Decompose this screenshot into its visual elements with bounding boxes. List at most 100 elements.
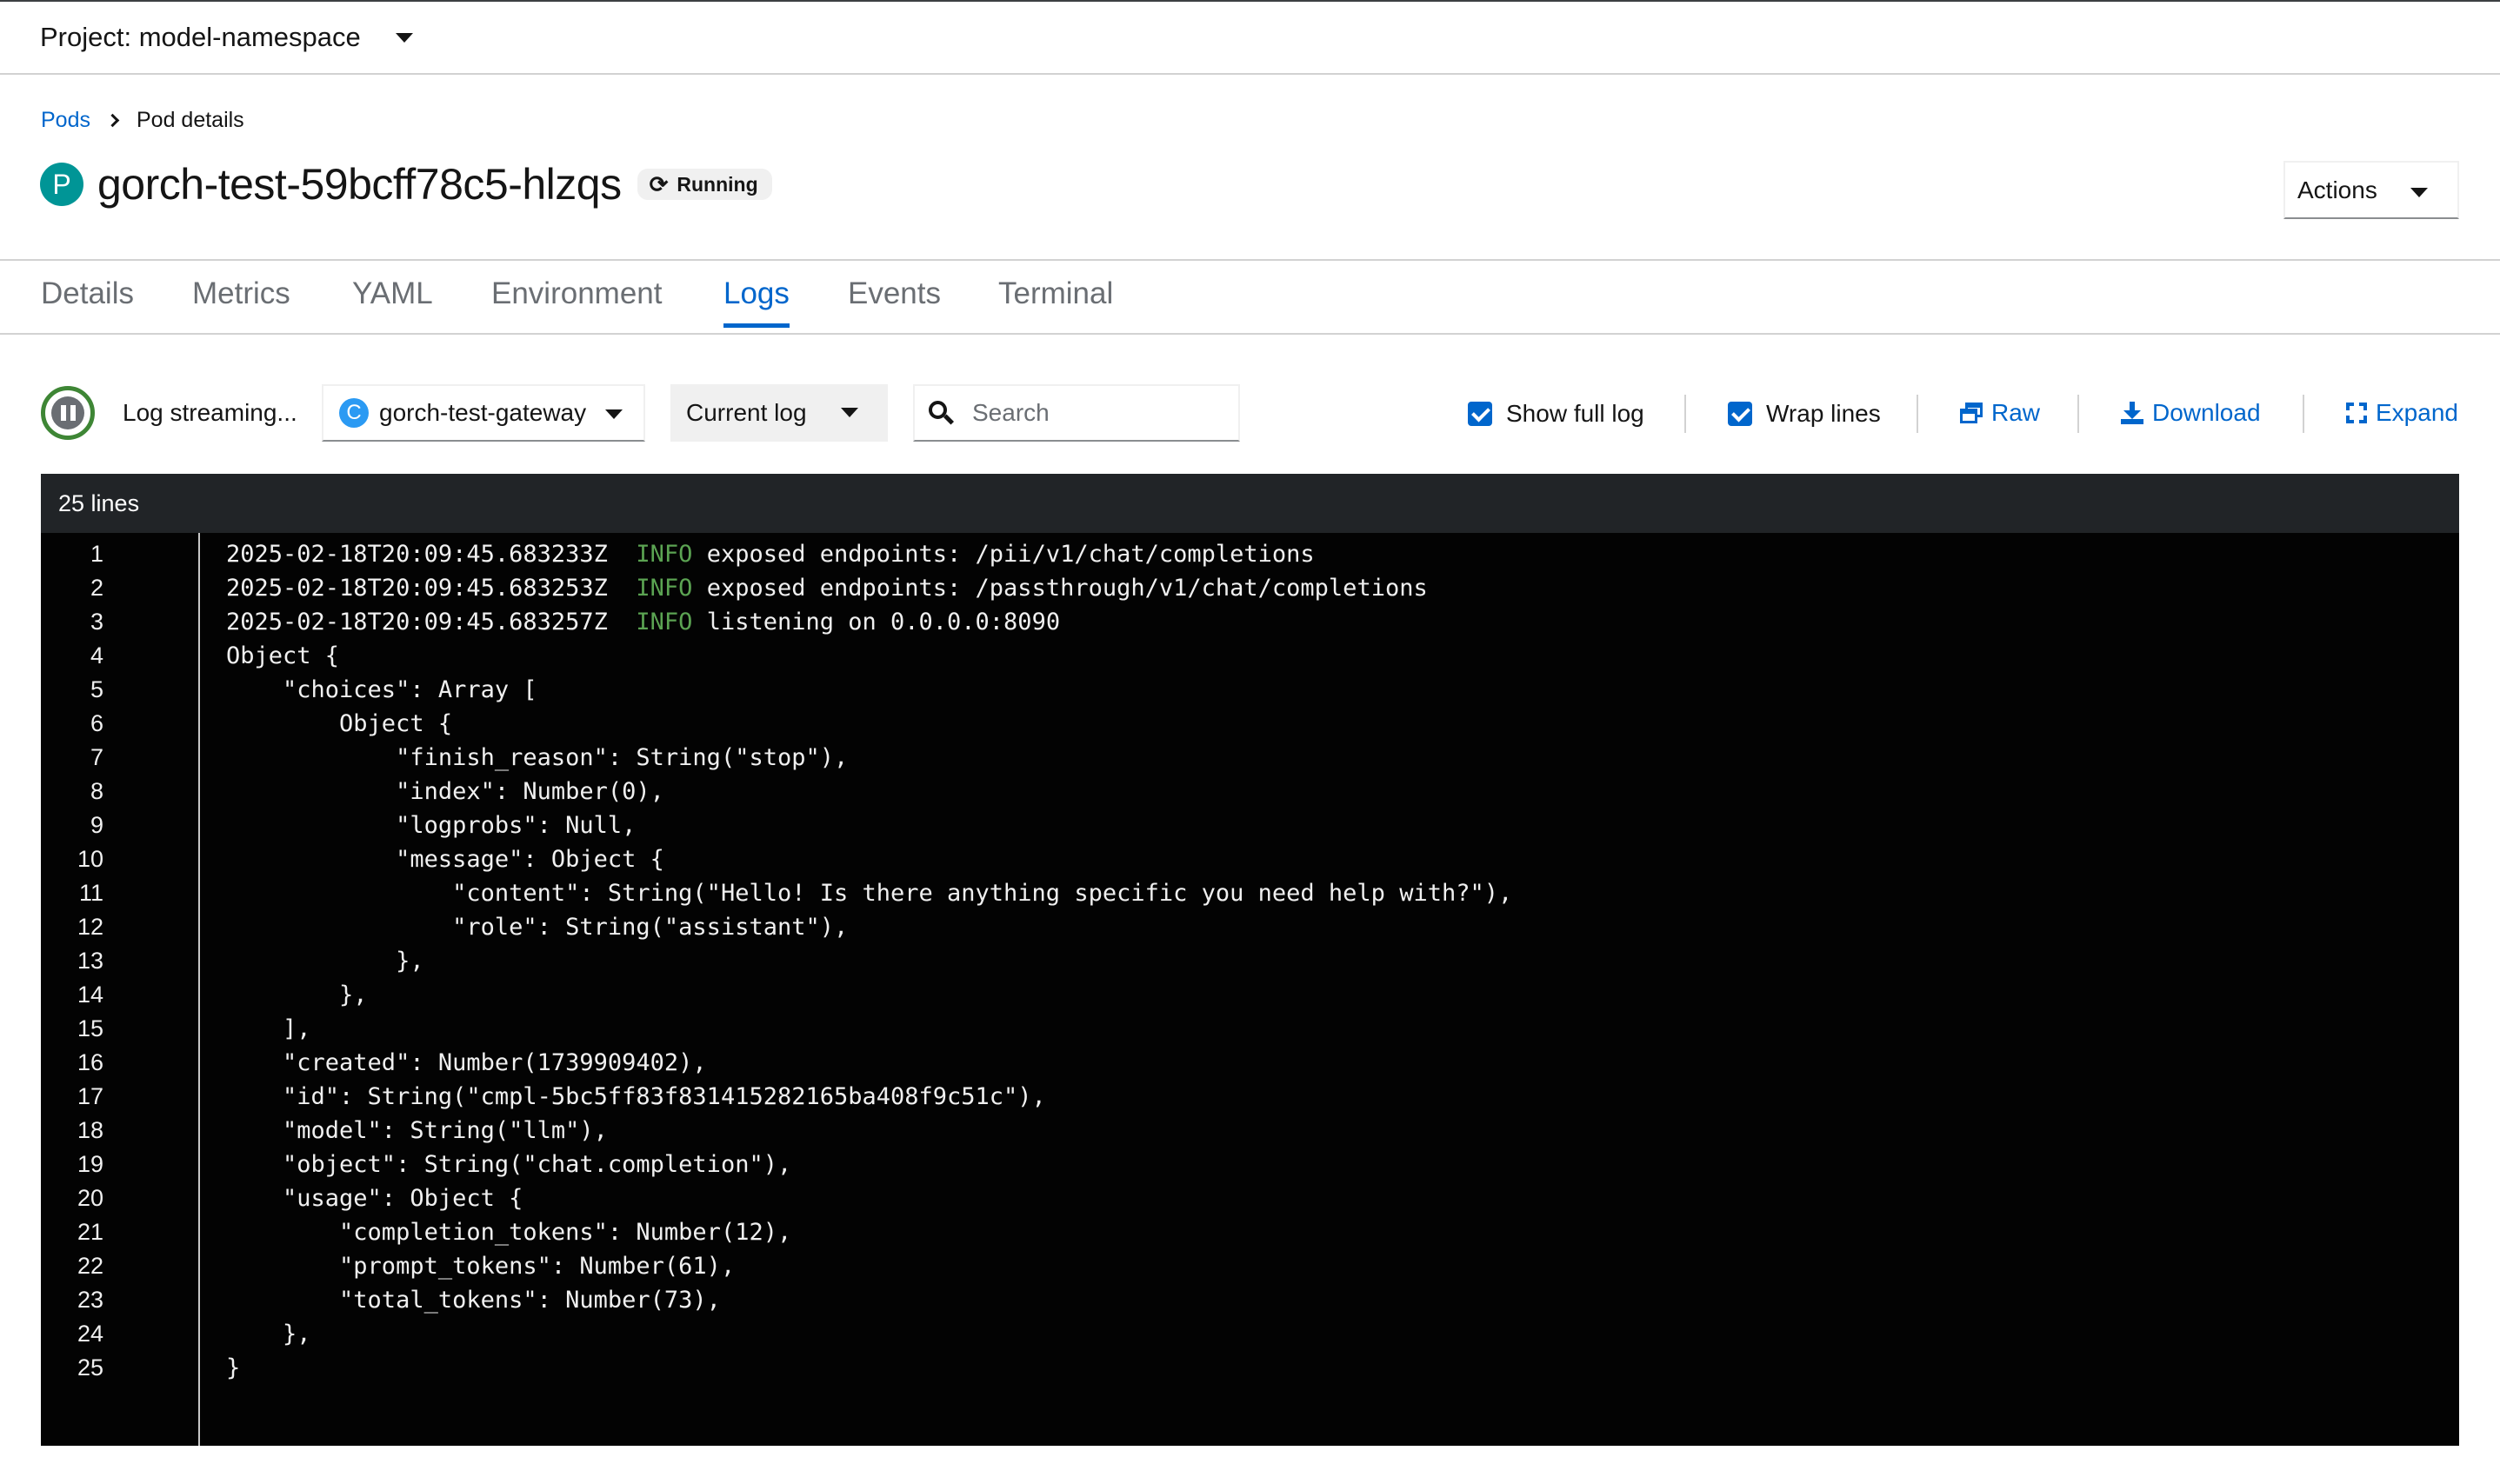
log-line: 12 "role": String("assistant"), — [41, 910, 2459, 944]
chevron-down-icon — [605, 409, 623, 419]
tab-yaml[interactable]: YAML — [352, 276, 433, 323]
line-count: 25 lines — [58, 489, 140, 516]
line-number: 11 — [78, 880, 103, 906]
line-number: 3 — [90, 609, 103, 635]
log-type-dropdown[interactable]: Current log — [670, 384, 888, 442]
log-message: "model": String("llm"), — [226, 1117, 608, 1144]
log-line: 4 Object { — [41, 639, 2459, 673]
log-line: 23 "total_tokens": Number(73), — [41, 1283, 2459, 1317]
line-number: 19 — [77, 1151, 103, 1177]
breadcrumb-link-pods[interactable]: Pods — [41, 108, 90, 133]
external-window-icon — [1960, 403, 1983, 423]
log-line: 11 "content": String("Hello! Is there an… — [41, 876, 2459, 910]
log-line: 5 "choices": Array [ — [41, 673, 2459, 707]
actions-dropdown[interactable]: Actions — [2283, 161, 2459, 219]
line-content: "index": Number(0), — [226, 775, 664, 809]
log-line: 8 "index": Number(0), — [41, 775, 2459, 809]
tab-details[interactable]: Details — [41, 276, 134, 323]
line-content: }, — [226, 1317, 311, 1351]
expand-label: Expand — [2376, 399, 2458, 426]
line-number: 18 — [77, 1117, 103, 1143]
line-number: 5 — [90, 676, 103, 702]
log-line: 17 "id": String("cmpl-5bc5ff83f831415282… — [41, 1080, 2459, 1114]
line-content: ], — [226, 1012, 311, 1046]
page-title: gorch-test-59bcff78c5-hlzqs — [97, 160, 622, 209]
log-line: 25} — [41, 1351, 2459, 1385]
download-icon — [2121, 402, 2143, 424]
expand-icon — [2346, 403, 2367, 423]
tab-bar: Details Metrics YAML Environment Logs Ev… — [0, 261, 2500, 335]
chevron-down-icon — [841, 408, 858, 417]
log-line: 6 Object { — [41, 707, 2459, 741]
line-number: 14 — [77, 982, 103, 1008]
line-number: 1 — [90, 541, 103, 567]
container-badge: C — [339, 398, 369, 428]
checkbox-checked-icon — [1728, 402, 1752, 426]
line-content: "prompt_tokens": Number(61), — [226, 1249, 735, 1283]
container-dropdown-value: gorch-test-gateway — [379, 399, 587, 426]
show-full-log-label: Show full log — [1506, 400, 1644, 427]
raw-button[interactable]: Raw — [1960, 399, 2040, 427]
line-number: 13 — [77, 948, 103, 974]
chevron-down-icon — [2410, 188, 2428, 197]
log-message: "message": Object { — [226, 846, 664, 873]
line-number: 20 — [77, 1185, 103, 1211]
line-content: 2025-02-18T20:09:45.683233Z INFO exposed… — [226, 537, 1315, 571]
tab-events[interactable]: Events — [848, 276, 941, 323]
log-message: "logprobs": Null, — [226, 812, 637, 839]
expand-button[interactable]: Expand — [2346, 399, 2458, 427]
log-line: 9 "logprobs": Null, — [41, 809, 2459, 842]
project-bar: Project: model-namespace — [0, 2, 2500, 75]
line-content: "logprobs": Null, — [226, 809, 636, 842]
log-timestamp: 2025-02-18T20:09:45.683253Z — [226, 575, 637, 602]
tab-logs[interactable]: Logs — [723, 276, 790, 328]
line-content: "created": Number(1739909402), — [226, 1046, 707, 1080]
log-message: exposed endpoints: /pii/v1/chat/completi… — [692, 541, 1315, 568]
line-content: 2025-02-18T20:09:45.683257Z INFO listeni… — [226, 605, 1060, 639]
download-button[interactable]: Download — [2121, 399, 2261, 427]
log-message: "choices": Array [ — [226, 676, 537, 703]
line-content: "completion_tokens": Number(12), — [226, 1215, 791, 1249]
streaming-status: Log streaming... — [123, 399, 297, 426]
log-line: 20 "usage": Object { — [41, 1181, 2459, 1215]
toolbar-divider — [2303, 395, 2304, 433]
line-number: 6 — [90, 710, 103, 736]
wrap-lines-label: Wrap lines — [1766, 400, 1881, 427]
project-selector[interactable]: Project: model-namespace — [40, 22, 413, 53]
line-number: 2 — [90, 575, 103, 601]
line-content: "object": String("chat.completion"), — [226, 1148, 791, 1181]
log-message: } — [226, 1354, 241, 1381]
log-message: }, — [226, 982, 368, 1008]
log-level: INFO — [636, 609, 693, 636]
line-number: 10 — [77, 846, 103, 872]
tab-environment[interactable]: Environment — [491, 276, 662, 323]
log-line: 14 }, — [41, 978, 2459, 1012]
log-line: 21 "completion_tokens": Number(12), — [41, 1215, 2459, 1249]
actions-label: Actions — [2297, 176, 2377, 203]
line-content: "message": Object { — [226, 842, 664, 876]
log-type-value: Current log — [686, 399, 807, 426]
line-number: 17 — [77, 1083, 103, 1109]
status-badge: ⟳ Running — [637, 169, 772, 200]
log-viewer[interactable]: 1 2025-02-18T20:09:45.683233Z INFO expose… — [41, 533, 2459, 1446]
search-input[interactable] — [972, 399, 1216, 427]
line-number: 7 — [90, 744, 103, 770]
container-dropdown[interactable]: C gorch-test-gateway — [322, 384, 645, 442]
tab-terminal[interactable]: Terminal — [998, 276, 1113, 323]
log-message: "completion_tokens": Number(12), — [226, 1219, 792, 1246]
show-full-log-checkbox[interactable]: Show full log — [1468, 400, 1644, 428]
wrap-lines-checkbox[interactable]: Wrap lines — [1728, 400, 1881, 428]
pause-streaming-button[interactable] — [41, 386, 95, 440]
log-message: ], — [226, 1015, 311, 1042]
line-number: 8 — [90, 778, 103, 804]
log-message: "role": String("assistant"), — [226, 914, 849, 941]
log-message: "id": String("cmpl-5bc5ff83f831415282165… — [226, 1083, 1046, 1110]
line-content: "usage": Object { — [226, 1181, 523, 1215]
log-line: 2 2025-02-18T20:09:45.683253Z INFO expose… — [41, 571, 2459, 605]
tab-metrics[interactable]: Metrics — [192, 276, 290, 323]
log-line: 13 }, — [41, 944, 2459, 978]
line-content: "role": String("assistant"), — [226, 910, 848, 944]
search-field — [913, 384, 1240, 442]
toolbar-divider — [1684, 395, 1686, 433]
line-number: 22 — [77, 1253, 103, 1279]
